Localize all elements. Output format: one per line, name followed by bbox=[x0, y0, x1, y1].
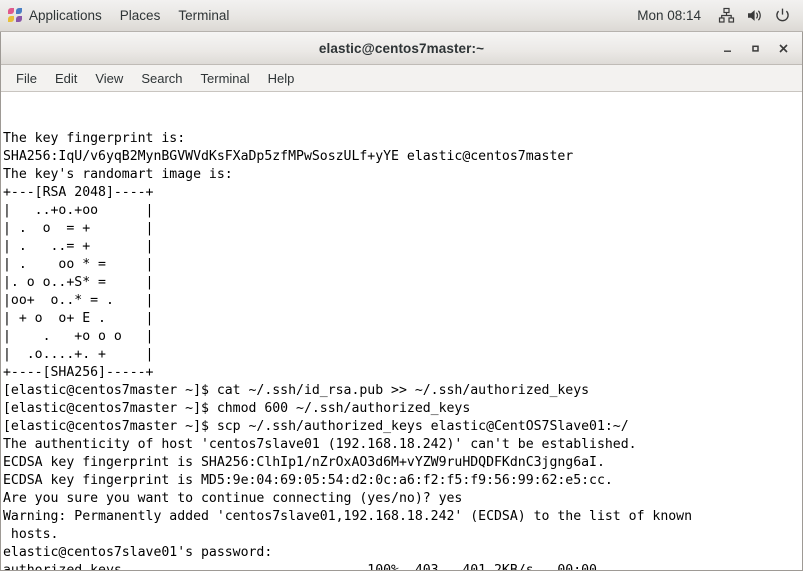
volume-icon[interactable] bbox=[741, 4, 767, 28]
terminal-line: | . oo * = | bbox=[3, 257, 154, 272]
terminal-line: +----[SHA256]-----+ bbox=[3, 365, 154, 380]
panel-menu-applications-label: Applications bbox=[29, 8, 102, 23]
terminal-line: The key fingerprint is: bbox=[3, 131, 186, 146]
panel-menu-places-label: Places bbox=[119, 8, 161, 23]
panel-menu-places[interactable]: Places bbox=[111, 0, 170, 31]
terminal-line: | . +o o o | bbox=[3, 329, 154, 344]
gnome-applications-logo-icon bbox=[8, 8, 23, 23]
maximize-icon[interactable] bbox=[742, 35, 768, 61]
terminal-line: Warning: Permanently added 'centos7slave… bbox=[3, 509, 693, 524]
terminal-line: elastic@centos7slave01's password: bbox=[3, 545, 273, 560]
terminal-line: The authenticity of host 'centos7slave01… bbox=[3, 437, 637, 452]
terminal-output-area[interactable]: The key fingerprint is: SHA256:IqU/v6yqB2… bbox=[1, 92, 802, 570]
panel-clock[interactable]: Mon 08:14 bbox=[633, 8, 711, 23]
terminal-line: +---[RSA 2048]----+ bbox=[3, 185, 154, 200]
power-icon[interactable] bbox=[769, 4, 795, 28]
window-title: elastic@centos7master:~ bbox=[318, 40, 485, 56]
terminal-line: [elastic@centos7master ~]$ scp ~/.ssh/au… bbox=[3, 419, 629, 434]
window-titlebar[interactable]: elastic@centos7master:~ bbox=[1, 32, 802, 65]
terminal-window: elastic@centos7master:~ File Edit View S… bbox=[0, 32, 803, 571]
menu-view[interactable]: View bbox=[86, 68, 132, 89]
terminal-line: The key's randomart image is: bbox=[3, 167, 233, 182]
terminal-line: |oo+ o..* = . | bbox=[3, 293, 154, 308]
minimize-icon[interactable] bbox=[714, 35, 740, 61]
panel-menu-terminal-label: Terminal bbox=[178, 8, 230, 23]
gnome-top-panel: Applications Places Terminal Mon 08:14 bbox=[0, 0, 803, 32]
terminal-line: |. o o..+S* = | bbox=[3, 275, 154, 290]
terminal-line: hosts. bbox=[3, 527, 59, 542]
panel-status-area: Mon 08:14 bbox=[633, 0, 803, 31]
terminal-line: SHA256:IqU/v6yqB2MynBGVWVdKsFXaDp5zfMPwS… bbox=[3, 149, 574, 164]
menu-file[interactable]: File bbox=[7, 68, 46, 89]
terminal-line: | . ..= + | bbox=[3, 239, 154, 254]
terminal-line: [elastic@centos7master ~]$ cat ~/.ssh/id… bbox=[3, 383, 590, 398]
terminal-line: [elastic@centos7master ~]$ chmod 600 ~/.… bbox=[3, 401, 471, 416]
terminal-scrollback: The key fingerprint is: SHA256:IqU/v6yqB2… bbox=[3, 130, 802, 570]
menu-terminal[interactable]: Terminal bbox=[192, 68, 259, 89]
terminal-line: | + o o+ E . | bbox=[3, 311, 154, 326]
panel-menu-group: Applications Places Terminal bbox=[0, 0, 238, 31]
menu-search[interactable]: Search bbox=[132, 68, 191, 89]
panel-menu-terminal[interactable]: Terminal bbox=[169, 0, 238, 31]
terminal-line: Are you sure you want to continue connec… bbox=[3, 491, 463, 506]
panel-menu-applications[interactable]: Applications bbox=[0, 0, 111, 31]
menu-help[interactable]: Help bbox=[259, 68, 304, 89]
close-icon[interactable] bbox=[770, 35, 796, 61]
window-controls bbox=[714, 32, 796, 64]
terminal-line: | .o....+. + | bbox=[3, 347, 154, 362]
menu-edit[interactable]: Edit bbox=[46, 68, 86, 89]
terminal-line: | . o = + | bbox=[3, 221, 154, 236]
terminal-line: authorized_keys 100% 403 401.2KB/s 00:00 bbox=[3, 562, 802, 570]
terminal-line: ECDSA key fingerprint is MD5:9e:04:69:05… bbox=[3, 473, 613, 488]
network-icon[interactable] bbox=[713, 4, 739, 28]
terminal-menubar: File Edit View Search Terminal Help bbox=[1, 65, 802, 92]
terminal-line: ECDSA key fingerprint is SHA256:ClhIp1/n… bbox=[3, 455, 605, 470]
terminal-line: | ..+o.+oo | bbox=[3, 203, 154, 218]
